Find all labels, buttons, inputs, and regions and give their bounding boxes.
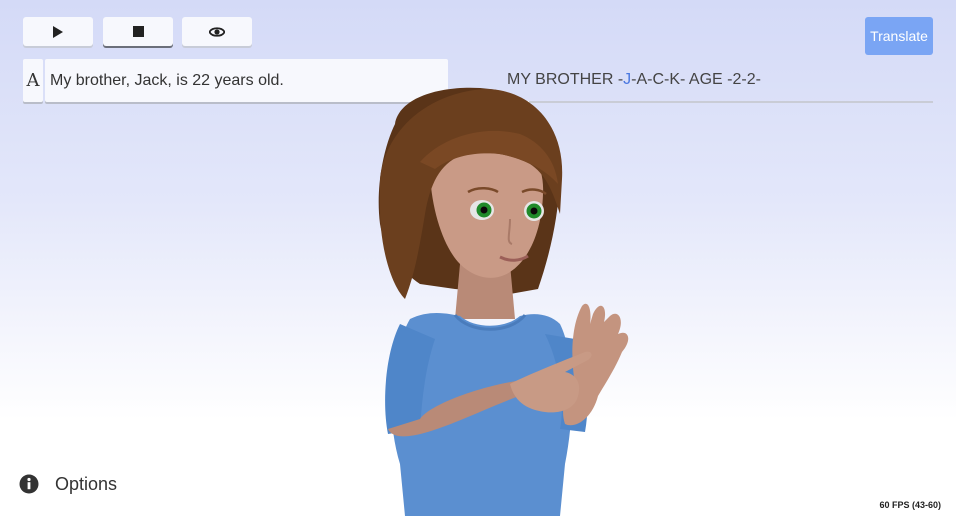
gloss-suffix: -A-C-K- AGE -2-2-	[631, 71, 761, 88]
translate-label: Translate	[870, 28, 928, 44]
stop-button[interactable]	[103, 17, 173, 46]
signing-avatar	[378, 87, 629, 516]
font-toggle-label: A	[26, 70, 40, 91]
stop-icon	[132, 26, 144, 37]
eye-icon	[209, 26, 225, 37]
sentence-text: My brother, Jack, is 22 years old.	[50, 71, 284, 89]
view-button[interactable]	[182, 17, 252, 46]
avatar-right-eye	[524, 201, 544, 221]
avatar-left-eye	[470, 200, 494, 220]
options-label: Options	[55, 473, 118, 494]
play-icon	[53, 25, 63, 38]
fps-counter: 60 FPS (43-60)	[879, 500, 941, 510]
info-icon	[19, 474, 39, 494]
translate-button[interactable]: Translate	[865, 17, 933, 55]
options-button[interactable]: Options	[19, 472, 117, 496]
font-toggle-button[interactable]: A	[23, 59, 43, 102]
play-button[interactable]	[23, 17, 93, 46]
